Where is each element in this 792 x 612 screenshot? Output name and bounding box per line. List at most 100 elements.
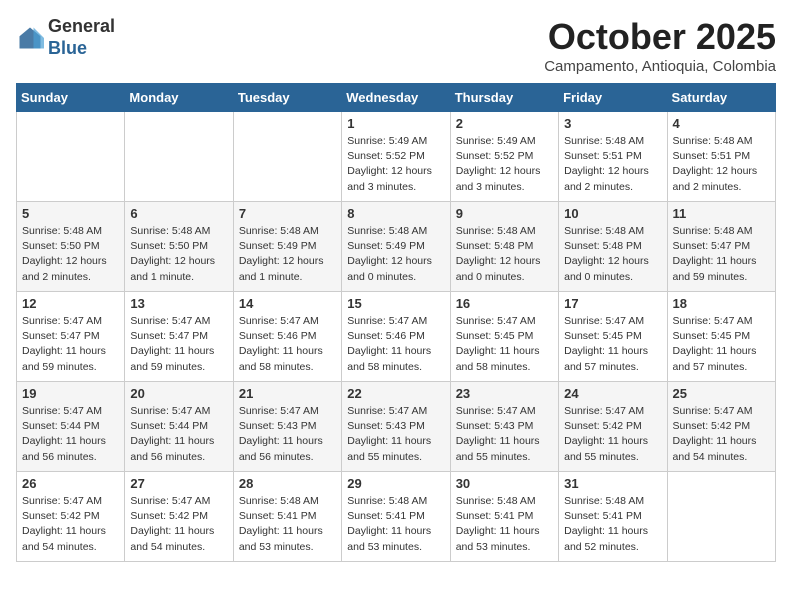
calendar-cell: 31 Sunrise: 5:48 AM Sunset: 5:41 PM Dayli… [559,472,667,562]
calendar-cell [233,112,341,202]
day-number: 27 [130,476,227,491]
day-number: 30 [456,476,553,491]
day-number: 26 [22,476,119,491]
day-number: 14 [239,296,336,311]
day-number: 10 [564,206,661,221]
calendar-cell: 19 Sunrise: 5:47 AM Sunset: 5:44 PM Dayli… [17,382,125,472]
calendar-cell: 22 Sunrise: 5:47 AM Sunset: 5:43 PM Dayli… [342,382,450,472]
calendar-cell: 11 Sunrise: 5:48 AM Sunset: 5:47 PM Dayli… [667,202,775,292]
calendar-cell: 24 Sunrise: 5:47 AM Sunset: 5:42 PM Dayli… [559,382,667,472]
day-info: Sunrise: 5:47 AM Sunset: 5:43 PM Dayligh… [239,404,336,465]
calendar-week-row: 19 Sunrise: 5:47 AM Sunset: 5:44 PM Dayli… [17,382,776,472]
day-info: Sunrise: 5:48 AM Sunset: 5:51 PM Dayligh… [564,134,661,195]
calendar-cell: 25Sunrise: 5:47 AM Sunset: 5:42 PM Dayli… [667,382,775,472]
day-number: 19 [22,386,119,401]
day-number: 24 [564,386,661,401]
day-info: Sunrise: 5:48 AM Sunset: 5:41 PM Dayligh… [564,494,661,555]
calendar-cell: 17 Sunrise: 5:47 AM Sunset: 5:45 PM Dayli… [559,292,667,382]
day-number: 5 [22,206,119,221]
day-info: Sunrise: 5:47 AM Sunset: 5:44 PM Dayligh… [130,404,227,465]
calendar-cell: 6 Sunrise: 5:48 AM Sunset: 5:50 PM Daylig… [125,202,233,292]
day-number: 3 [564,116,661,131]
calendar-week-row: 12Sunrise: 5:47 AM Sunset: 5:47 PM Dayli… [17,292,776,382]
day-info: Sunrise: 5:49 AM Sunset: 5:52 PM Dayligh… [456,134,553,195]
day-info: Sunrise: 5:48 AM Sunset: 5:49 PM Dayligh… [239,224,336,285]
day-number: 28 [239,476,336,491]
day-number: 23 [456,386,553,401]
column-header-tuesday: Tuesday [233,84,341,112]
day-info: Sunrise: 5:47 AM Sunset: 5:42 PM Dayligh… [22,494,119,555]
title-block: October 2025 Campamento, Antioquia, Colo… [544,16,776,75]
day-info: Sunrise: 5:47 AM Sunset: 5:45 PM Dayligh… [564,314,661,375]
day-info: Sunrise: 5:48 AM Sunset: 5:41 PM Dayligh… [456,494,553,555]
day-number: 6 [130,206,227,221]
calendar-cell: 15 Sunrise: 5:47 AM Sunset: 5:46 PM Dayli… [342,292,450,382]
page-header: General Blue October 2025 Campamento, An… [16,16,776,75]
day-info: Sunrise: 5:47 AM Sunset: 5:47 PM Dayligh… [22,314,119,375]
calendar-cell: 23 Sunrise: 5:47 AM Sunset: 5:43 PM Dayli… [450,382,558,472]
day-info: Sunrise: 5:48 AM Sunset: 5:41 PM Dayligh… [239,494,336,555]
day-number: 11 [673,206,770,221]
calendar-cell: 3 Sunrise: 5:48 AM Sunset: 5:51 PM Daylig… [559,112,667,202]
day-number: 22 [347,386,444,401]
calendar-cell: 12Sunrise: 5:47 AM Sunset: 5:47 PM Dayli… [17,292,125,382]
day-number: 1 [347,116,444,131]
day-info: Sunrise: 5:47 AM Sunset: 5:42 PM Dayligh… [130,494,227,555]
day-info: Sunrise: 5:49 AM Sunset: 5:52 PM Dayligh… [347,134,444,195]
logo: General Blue [16,16,115,59]
day-number: 29 [347,476,444,491]
calendar-week-row: 5 Sunrise: 5:48 AM Sunset: 5:50 PM Daylig… [17,202,776,292]
column-header-sunday: Sunday [17,84,125,112]
calendar-cell: 8Sunrise: 5:48 AM Sunset: 5:49 PM Daylig… [342,202,450,292]
day-number: 20 [130,386,227,401]
day-info: Sunrise: 5:47 AM Sunset: 5:45 PM Dayligh… [456,314,553,375]
day-number: 31 [564,476,661,491]
day-info: Sunrise: 5:47 AM Sunset: 5:42 PM Dayligh… [564,404,661,465]
logo-icon [16,24,44,52]
calendar-cell: 9 Sunrise: 5:48 AM Sunset: 5:48 PM Daylig… [450,202,558,292]
day-number: 9 [456,206,553,221]
day-info: Sunrise: 5:48 AM Sunset: 5:48 PM Dayligh… [564,224,661,285]
calendar-table: SundayMondayTuesdayWednesdayThursdayFrid… [16,83,776,562]
calendar-cell: 14 Sunrise: 5:47 AM Sunset: 5:46 PM Dayli… [233,292,341,382]
day-info: Sunrise: 5:48 AM Sunset: 5:50 PM Dayligh… [22,224,119,285]
column-header-thursday: Thursday [450,84,558,112]
day-info: Sunrise: 5:48 AM Sunset: 5:47 PM Dayligh… [673,224,770,285]
calendar-cell: 5 Sunrise: 5:48 AM Sunset: 5:50 PM Daylig… [17,202,125,292]
day-info: Sunrise: 5:47 AM Sunset: 5:46 PM Dayligh… [347,314,444,375]
calendar-cell: 27 Sunrise: 5:47 AM Sunset: 5:42 PM Dayli… [125,472,233,562]
calendar-cell: 2Sunrise: 5:49 AM Sunset: 5:52 PM Daylig… [450,112,558,202]
month-title: October 2025 [544,16,776,58]
column-header-wednesday: Wednesday [342,84,450,112]
day-number: 15 [347,296,444,311]
calendar-cell: 26 Sunrise: 5:47 AM Sunset: 5:42 PM Dayli… [17,472,125,562]
logo-blue-text: Blue [48,38,87,58]
day-info: Sunrise: 5:48 AM Sunset: 5:49 PM Dayligh… [347,224,444,285]
day-number: 4 [673,116,770,131]
day-info: Sunrise: 5:48 AM Sunset: 5:51 PM Dayligh… [673,134,770,195]
calendar-cell [667,472,775,562]
day-info: Sunrise: 5:48 AM Sunset: 5:48 PM Dayligh… [456,224,553,285]
day-number: 17 [564,296,661,311]
day-info: Sunrise: 5:47 AM Sunset: 5:46 PM Dayligh… [239,314,336,375]
calendar-cell: 28 Sunrise: 5:48 AM Sunset: 5:41 PM Dayli… [233,472,341,562]
day-number: 25 [673,386,770,401]
logo-general-text: General [48,16,115,36]
calendar-cell [17,112,125,202]
day-info: Sunrise: 5:47 AM Sunset: 5:43 PM Dayligh… [347,404,444,465]
day-info: Sunrise: 5:48 AM Sunset: 5:50 PM Dayligh… [130,224,227,285]
calendar-cell: 16Sunrise: 5:47 AM Sunset: 5:45 PM Dayli… [450,292,558,382]
calendar-cell [125,112,233,202]
calendar-cell: 10 Sunrise: 5:48 AM Sunset: 5:48 PM Dayli… [559,202,667,292]
calendar-week-row: 26 Sunrise: 5:47 AM Sunset: 5:42 PM Dayli… [17,472,776,562]
day-info: Sunrise: 5:48 AM Sunset: 5:41 PM Dayligh… [347,494,444,555]
calendar-header-row: SundayMondayTuesdayWednesdayThursdayFrid… [17,84,776,112]
calendar-cell: 18 Sunrise: 5:47 AM Sunset: 5:45 PM Dayli… [667,292,775,382]
calendar-cell: 13Sunrise: 5:47 AM Sunset: 5:47 PM Dayli… [125,292,233,382]
day-info: Sunrise: 5:47 AM Sunset: 5:43 PM Dayligh… [456,404,553,465]
column-header-monday: Monday [125,84,233,112]
day-info: Sunrise: 5:47 AM Sunset: 5:45 PM Dayligh… [673,314,770,375]
day-info: Sunrise: 5:47 AM Sunset: 5:44 PM Dayligh… [22,404,119,465]
calendar-cell: 4 Sunrise: 5:48 AM Sunset: 5:51 PM Daylig… [667,112,775,202]
day-number: 18 [673,296,770,311]
